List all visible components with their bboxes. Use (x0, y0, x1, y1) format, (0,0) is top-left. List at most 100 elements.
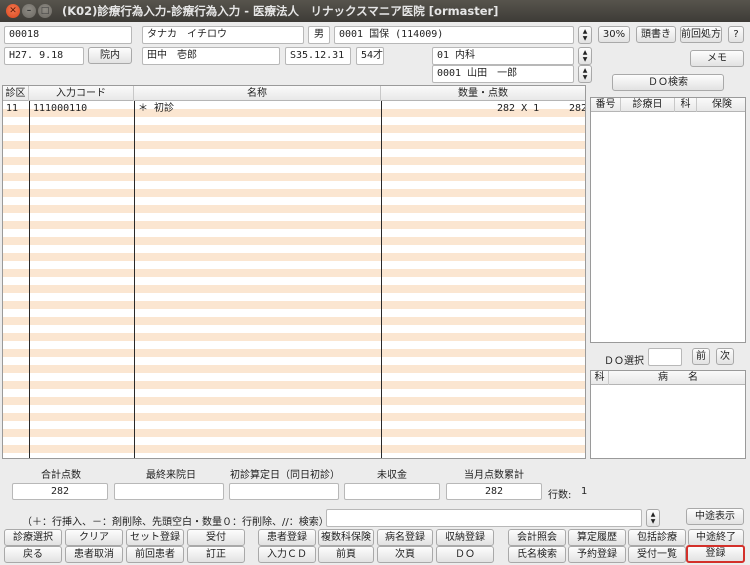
fkey-teisei[interactable]: 訂正 (187, 546, 245, 563)
disease-col-dept: 科 (591, 371, 609, 385)
total-points-label: 合計点数 (41, 470, 81, 481)
interim-display-button[interactable]: 中途表示 (686, 508, 744, 525)
title-bar: ✕ – □ (K02)診療行為入力-診療行為入力 - 医療法人 リナックスマニア… (0, 0, 750, 22)
chevron-down-icon: ▼ (582, 74, 588, 81)
first-visit-value (229, 483, 339, 500)
chevron-down-icon: ▼ (582, 56, 588, 63)
cell-name: ＊ 初診 (138, 103, 175, 114)
row-count-value: 1 (581, 486, 588, 497)
fkey-kaikei-shokai[interactable]: 会計照会 (508, 529, 566, 546)
monthly-total-label: 当月点数累計 (464, 470, 524, 481)
column-resize-handle[interactable] (585, 86, 586, 104)
do-select-label: ＤＯ選択 (604, 356, 644, 367)
fkey-prev-page[interactable]: 前頁 (318, 546, 374, 563)
fkey-zenkai-kanja[interactable]: 前回患者 (126, 546, 184, 563)
birth-date-field: S35.12.31 (285, 47, 351, 65)
header-kubun: 診区 (3, 86, 29, 101)
do-next-button[interactable]: 次 (716, 348, 734, 365)
fkey-hokatsu-shinryo[interactable]: 包括診療 (628, 529, 686, 546)
minimize-icon[interactable]: – (22, 4, 36, 18)
department-spinner-icon[interactable]: ▲ ▼ (578, 47, 592, 65)
fkey-yoyaku-touroku[interactable]: 予約登録 (568, 546, 626, 563)
last-visit-value (114, 483, 224, 500)
column-divider (381, 101, 382, 458)
command-input[interactable] (326, 509, 642, 527)
age-field: 54才 (356, 47, 384, 65)
header-code: 入力コード (29, 86, 134, 101)
memo-button[interactable]: メモ (690, 50, 744, 67)
column-divider (134, 101, 135, 458)
cell-code: 111000110 (33, 103, 88, 114)
chevron-up-icon: ▲ (582, 28, 588, 35)
patient-sex-field: 男 (308, 26, 330, 44)
register-button[interactable]: 登録 (686, 545, 745, 563)
fkey-uketsuke[interactable]: 受付 (187, 529, 245, 546)
fkey-set-touroku[interactable]: セット登録 (126, 529, 184, 546)
history-col-number: 番号 (591, 98, 621, 112)
disease-col-name: 病 名 (658, 372, 698, 383)
medical-act-grid[interactable]: 診区 入力コード 名称 数量・点数 11 111000110 ＊ 初診 282 … (2, 85, 586, 459)
kasho-button[interactable]: 頭書き (636, 26, 676, 43)
patient-id-field[interactable]: 00018 (4, 26, 132, 44)
fkey-byomei-touroku[interactable]: 病名登録 (377, 529, 433, 546)
command-hint: （＋：行挿入、－：剤削除、先頭空白・数量０：行削除、//：検索） (22, 517, 329, 528)
history-col-insurance: 保険 (712, 99, 732, 110)
close-icon[interactable]: ✕ (6, 4, 20, 18)
rate-button[interactable]: 30% (598, 26, 630, 43)
total-points-value: 282 (12, 483, 108, 500)
unpaid-value (344, 483, 440, 500)
last-visit-label: 最終来院日 (146, 470, 196, 481)
fkey-back[interactable]: 戻る (4, 546, 62, 563)
column-divider (29, 101, 30, 458)
maximize-icon[interactable]: □ (38, 4, 52, 18)
command-spinner-icon[interactable]: ▲ ▼ (646, 509, 660, 527)
history-header: 番号 診療日 科 保険 (591, 98, 745, 112)
fkey-shuno-touroku[interactable]: 収納登録 (436, 529, 494, 546)
insurance-field[interactable]: 0001 国保 (114009) (334, 26, 574, 44)
doctor-spinner-icon[interactable]: ▲ ▼ (578, 65, 592, 83)
history-col-dept: 科 (675, 98, 697, 112)
grid-rows[interactable] (3, 101, 585, 458)
do-search-button[interactable]: ＤＯ検索 (612, 74, 724, 91)
fkey-next-page[interactable]: 次頁 (377, 546, 433, 563)
fkey-chuto-shuryo[interactable]: 中途終了 (688, 529, 744, 546)
insurance-spinner-icon[interactable]: ▲ ▼ (578, 26, 592, 44)
fkey-shinryo-sentaku[interactable]: 診療選択 (4, 529, 62, 546)
prev-rx-button[interactable]: 前回処方 (680, 26, 722, 43)
chevron-down-icon: ▼ (650, 518, 656, 525)
unpaid-label: 未収金 (377, 470, 407, 481)
do-select-input[interactable] (648, 348, 682, 366)
disease-header: 科 病 名 (591, 371, 745, 385)
cell-qty: 282 X 1 (497, 103, 540, 114)
fkey-clear[interactable]: クリア (65, 529, 123, 546)
fkey-fukusuka-hoken[interactable]: 複数科保険 (318, 529, 374, 546)
visit-date-field[interactable]: H27. 9.18 (4, 47, 84, 65)
fkey-do[interactable]: ＤＯ (436, 546, 494, 563)
fkey-input-cd[interactable]: 入力ＣＤ (258, 546, 316, 563)
patient-kana-field: タナカ イチロウ (142, 26, 304, 44)
chevron-up-icon: ▲ (582, 67, 588, 74)
doctor-field[interactable]: 0001 山田 一郎 (432, 65, 574, 83)
row-count-label: 行数: (548, 490, 572, 501)
do-prev-button[interactable]: 前 (692, 348, 710, 365)
department-field[interactable]: 01 内科 (432, 47, 574, 65)
cell-points: 282 (569, 103, 586, 114)
chevron-up-icon: ▲ (582, 49, 588, 56)
visit-type-button[interactable]: 院内 (88, 47, 132, 64)
cell-kubun: 11 (6, 103, 19, 114)
fkey-kanja-touroku[interactable]: 患者登録 (258, 529, 316, 546)
fkey-shimei-kensaku[interactable]: 氏名検索 (508, 546, 566, 563)
grid-header: 診区 入力コード 名称 数量・点数 (3, 86, 585, 101)
history-panel[interactable]: 番号 診療日 科 保険 (590, 97, 746, 343)
header-name: 名称 (134, 86, 381, 101)
table-row[interactable]: 11 111000110 ＊ 初診 282 X 1 282 (3, 102, 585, 116)
fkey-uketsuke-ichiran[interactable]: 受付一覧 (628, 546, 686, 563)
monthly-total-value: 282 (446, 483, 542, 500)
fkey-santei-rireki[interactable]: 算定履歴 (568, 529, 626, 546)
first-visit-label: 初診算定日（同日初診） (230, 470, 340, 481)
history-col-date: 診療日 (621, 98, 675, 112)
help-button[interactable]: ? (728, 26, 744, 43)
disease-panel[interactable]: 科 病 名 (590, 370, 746, 459)
header-qty: 数量・点数 (458, 88, 508, 99)
fkey-kanja-torikeshi[interactable]: 患者取消 (65, 546, 123, 563)
